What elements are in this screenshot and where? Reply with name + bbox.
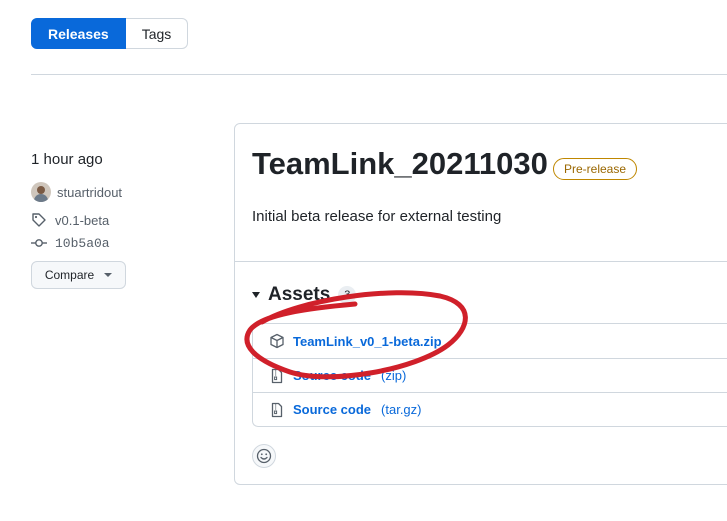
header-divider (31, 74, 727, 75)
commit-sha[interactable]: 10b5a0a (55, 236, 110, 251)
assets-heading: Assets (268, 284, 331, 305)
compare-label: Compare (44, 268, 95, 282)
asset-link-source-targz[interactable]: Source code (293, 402, 371, 417)
tag-name[interactable]: v0.1-beta (55, 213, 109, 228)
file-zip-icon (271, 368, 283, 383)
release-description: Initial beta release for external testin… (252, 208, 502, 225)
package-icon (270, 333, 284, 349)
git-commit-icon (31, 239, 47, 247)
prerelease-badge: Pre-release (553, 158, 638, 180)
release-title[interactable]: TeamLink_20211030 (252, 146, 548, 182)
file-zip-icon (271, 402, 283, 417)
release-tabs: Releases Tags (31, 18, 189, 49)
assets-toggle[interactable]: Assets 3 (252, 284, 357, 306)
asset-format-zip[interactable]: (zip) (381, 368, 406, 383)
smiley-icon (256, 448, 272, 464)
assets-count-badge: 3 (338, 286, 357, 304)
asset-row: TeamLink_v0_1-beta.zip (253, 324, 727, 358)
asset-link-source-zip[interactable]: Source code (293, 368, 371, 383)
asset-link-zip-file[interactable]: TeamLink_v0_1-beta.zip (293, 334, 442, 349)
add-reaction-button[interactable] (252, 444, 276, 468)
triangle-down-icon (252, 292, 260, 298)
author-link[interactable]: stuartridout (31, 182, 122, 202)
avatar (31, 182, 51, 202)
release-time: 1 hour ago (31, 151, 103, 168)
asset-format-targz[interactable]: (tar.gz) (381, 402, 421, 417)
release-card: TeamLink_20211030 Pre-release Initial be… (234, 123, 727, 485)
author-name[interactable]: stuartridout (57, 185, 122, 200)
tag-link[interactable]: v0.1-beta (31, 212, 109, 228)
commit-link[interactable]: 10b5a0a (31, 235, 110, 251)
asset-row: Source code (tar.gz) (253, 392, 727, 426)
tab-tags[interactable]: Tags (125, 18, 189, 49)
card-divider (235, 261, 727, 262)
tag-icon (32, 213, 46, 227)
assets-list: TeamLink_v0_1-beta.zip Source code (zip)… (252, 323, 727, 427)
tab-releases[interactable]: Releases (31, 18, 126, 49)
compare-button[interactable]: Compare (31, 261, 126, 289)
chevron-down-icon (104, 273, 113, 277)
asset-row: Source code (zip) (253, 358, 727, 392)
